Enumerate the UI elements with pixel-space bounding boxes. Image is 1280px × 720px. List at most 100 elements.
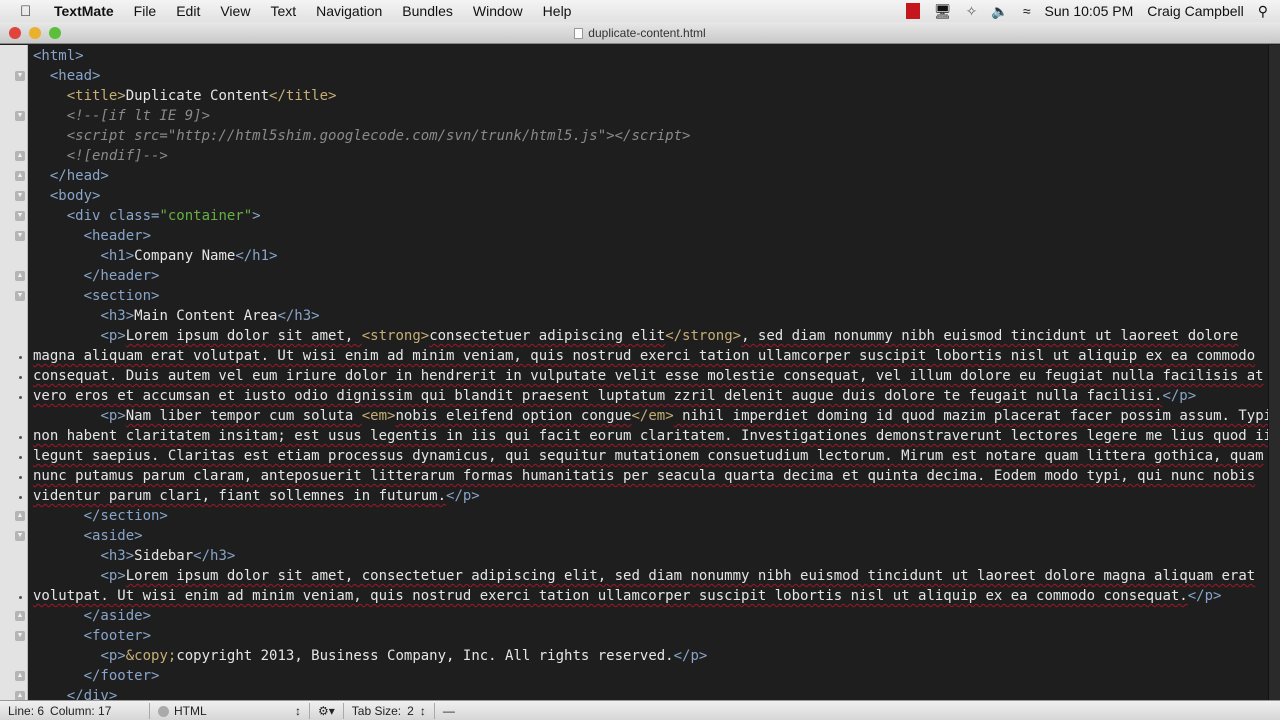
code-line[interactable]: consequat. Duis autem vel eum iriure dol… bbox=[33, 366, 1268, 386]
spotlight-search-icon[interactable]: ⚲ bbox=[1258, 3, 1268, 20]
code-token: <div class= bbox=[66, 208, 160, 224]
language-selector[interactable]: HTML ↕ bbox=[150, 702, 310, 719]
minimize-button[interactable] bbox=[29, 27, 41, 39]
wifi-icon[interactable]: ≈ bbox=[1023, 3, 1031, 19]
code-line[interactable]: <p>&copy;copyright 2013, Business Compan… bbox=[33, 646, 1268, 666]
code-line[interactable]: <head> bbox=[33, 66, 1268, 86]
fold-open-icon[interactable]: ▼ bbox=[15, 111, 25, 121]
code-line[interactable]: <footer> bbox=[33, 626, 1268, 646]
fold-open-icon[interactable]: ▼ bbox=[15, 231, 25, 241]
symbol-selector[interactable]: — bbox=[443, 703, 455, 719]
recording-icon[interactable] bbox=[905, 3, 920, 19]
display-icon[interactable]: 🖥 bbox=[934, 3, 952, 20]
code-line[interactable]: <h3>Sidebar</h3> bbox=[33, 546, 1268, 566]
code-line[interactable]: vero eros et accumsan et iusto odio dign… bbox=[33, 386, 1268, 406]
menu-help[interactable]: Help bbox=[543, 3, 572, 19]
code-line[interactable]: nunc putamus parum claram, anteposuerit … bbox=[33, 466, 1268, 486]
code-line[interactable]: magna aliquam erat volutpat. Ut wisi eni… bbox=[33, 346, 1268, 366]
menu-file[interactable]: File bbox=[134, 3, 157, 19]
menu-text[interactable]: Text bbox=[270, 3, 296, 19]
code-line[interactable]: <header> bbox=[33, 226, 1268, 246]
code-line[interactable]: <body> bbox=[33, 186, 1268, 206]
code-token: Company Name bbox=[134, 248, 236, 264]
settings-menu[interactable]: ⚙▾ bbox=[310, 702, 344, 719]
code-token: Duplicate Content bbox=[125, 88, 270, 104]
fold-open-icon[interactable]: ▼ bbox=[15, 291, 25, 301]
menu-bundles[interactable]: Bundles bbox=[402, 3, 453, 19]
fold-open-icon[interactable]: ▼ bbox=[15, 631, 25, 641]
code-token: Main Content Area bbox=[134, 308, 278, 324]
code-token: </h3> bbox=[193, 548, 236, 564]
fold-open-icon[interactable]: ▼ bbox=[15, 211, 25, 221]
code-line[interactable]: <h1>Company Name</h1> bbox=[33, 246, 1268, 266]
menu-window[interactable]: Window bbox=[473, 3, 523, 19]
menu-navigation[interactable]: Navigation bbox=[316, 3, 382, 19]
zoom-button[interactable] bbox=[49, 27, 61, 39]
menu-app-name[interactable]: TextMate bbox=[54, 3, 114, 19]
window-title: duplicate-content.html bbox=[588, 26, 706, 40]
code-line[interactable]: <h3>Main Content Area</h3> bbox=[33, 306, 1268, 326]
code-line[interactable]: <html> bbox=[33, 46, 1268, 66]
code-editor[interactable]: <html> <head> <title>Duplicate Content</… bbox=[33, 46, 1268, 700]
fold-open-icon[interactable]: ▼ bbox=[15, 191, 25, 201]
vertical-scrollbar[interactable] bbox=[1268, 45, 1280, 700]
code-line[interactable]: <script src="http://html5shim.googlecode… bbox=[33, 126, 1268, 146]
code-token: <section> bbox=[83, 288, 160, 304]
menu-edit[interactable]: Edit bbox=[176, 3, 200, 19]
menu-view[interactable]: View bbox=[220, 3, 250, 19]
fold-open-icon[interactable]: ▼ bbox=[15, 71, 25, 81]
fold-close-icon[interactable]: ▲ bbox=[15, 611, 25, 621]
code-line[interactable]: </div> bbox=[33, 686, 1268, 700]
code-token: <head> bbox=[49, 68, 101, 84]
code-line[interactable]: <![endif]--> bbox=[33, 146, 1268, 166]
code-line[interactable]: </head> bbox=[33, 166, 1268, 186]
fold-close-icon[interactable]: ▲ bbox=[15, 171, 25, 181]
code-line[interactable]: </aside> bbox=[33, 606, 1268, 626]
apple-menu-icon[interactable]:  bbox=[20, 3, 42, 20]
code-line[interactable]: <!--[if lt IE 9]> bbox=[33, 106, 1268, 126]
close-button[interactable] bbox=[9, 27, 21, 39]
code-line[interactable]: <aside> bbox=[33, 526, 1268, 546]
code-line[interactable]: </footer> bbox=[33, 666, 1268, 686]
tab-size-selector[interactable]: Tab Size: 2 ↕ bbox=[344, 702, 435, 719]
code-line[interactable]: legunt saepius. Claritas est etiam proce… bbox=[33, 446, 1268, 466]
code-line[interactable]: <title>Duplicate Content</title> bbox=[33, 86, 1268, 106]
bluetooth-icon[interactable]: ✧ bbox=[966, 3, 978, 20]
code-token: </section> bbox=[83, 508, 168, 524]
code-token: <p> bbox=[100, 408, 126, 424]
soft-wrap-icon bbox=[19, 376, 22, 379]
volume-icon[interactable]: 🔈 bbox=[991, 3, 1008, 20]
code-token: consectetuer adipiscing elit bbox=[429, 328, 666, 344]
code-line[interactable]: <p>Nam liber tempor cum soluta <em>nobis… bbox=[33, 406, 1268, 426]
code-token: <!--[if lt IE 9]> bbox=[66, 108, 211, 124]
code-line[interactable]: volutpat. Ut wisi enim ad minim veniam, … bbox=[33, 586, 1268, 606]
code-token: </p> bbox=[446, 488, 480, 504]
clock[interactable]: Sun 10:05 PM bbox=[1045, 3, 1134, 19]
code-line[interactable]: videntur parum clari, fiant sollemnes in… bbox=[33, 486, 1268, 506]
fold-close-icon[interactable]: ▲ bbox=[15, 151, 25, 161]
fold-close-icon[interactable]: ▲ bbox=[15, 671, 25, 681]
fold-close-icon[interactable]: ▲ bbox=[15, 271, 25, 281]
code-token: <aside> bbox=[83, 528, 143, 544]
tab-size-label: Tab Size: bbox=[351, 703, 402, 718]
code-line[interactable]: <div class="container"> bbox=[33, 206, 1268, 226]
code-token: Lorem ipsum dolor sit amet, consectetuer… bbox=[125, 568, 1256, 584]
fold-close-icon[interactable]: ▲ bbox=[15, 511, 25, 521]
tab-size-value: 2 bbox=[407, 703, 414, 718]
code-line[interactable]: <section> bbox=[33, 286, 1268, 306]
code-line[interactable]: </header> bbox=[33, 266, 1268, 286]
soft-wrap-icon bbox=[19, 496, 22, 499]
fold-open-icon[interactable]: ▼ bbox=[15, 531, 25, 541]
code-token: <strong> bbox=[361, 328, 430, 344]
code-line[interactable]: <p>Lorem ipsum dolor sit amet, consectet… bbox=[33, 566, 1268, 586]
code-line[interactable]: <p>Lorem ipsum dolor sit amet, <strong>c… bbox=[33, 326, 1268, 346]
code-line[interactable]: non habent claritatem insitam; est usus … bbox=[33, 426, 1268, 446]
user-name[interactable]: Craig Campbell bbox=[1147, 3, 1243, 19]
code-line[interactable]: </section> bbox=[33, 506, 1268, 526]
